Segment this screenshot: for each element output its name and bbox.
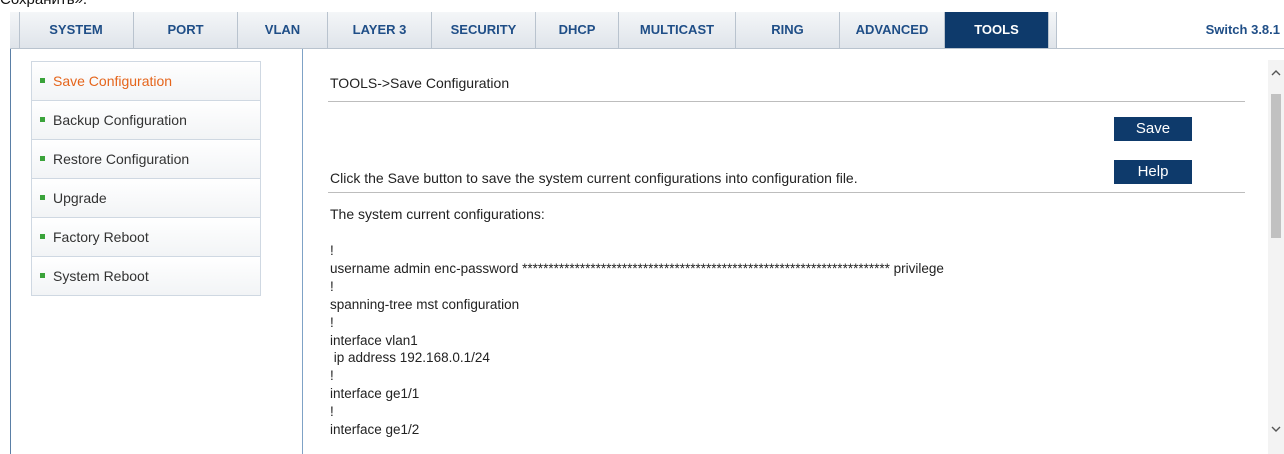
help-button[interactable]: Help: [1114, 160, 1192, 184]
menu-item-label: Save Configuration: [53, 73, 173, 89]
firmware-version-label: Switch 3.8.1: [1056, 12, 1284, 48]
menu-item-label: Backup Configuration: [53, 112, 187, 128]
top-navigation-bar: SYSTEM PORT VLAN LAYER 3 SECURITY DHCP M…: [10, 12, 1284, 49]
menu-item-backup-configuration[interactable]: Backup Configuration: [31, 101, 261, 140]
tab-ring[interactable]: RING: [736, 12, 840, 48]
config-line: !: [330, 314, 334, 330]
menu-item-factory-reboot[interactable]: Factory Reboot: [31, 218, 261, 257]
tab-system[interactable]: SYSTEM: [19, 12, 134, 48]
menu-item-upgrade[interactable]: Upgrade: [31, 179, 261, 218]
menu-item-label: System Reboot: [53, 268, 149, 284]
menu-item-system-reboot[interactable]: System Reboot: [31, 257, 261, 296]
vertical-scrollbar[interactable]: [1268, 60, 1284, 454]
config-line: username admin enc-password ************…: [330, 260, 944, 276]
main-content: TOOLS->Save Configuration Save Click the…: [304, 49, 1268, 454]
divider: [328, 101, 1245, 102]
divider: [328, 192, 1245, 193]
truncated-caption-text: Сохранить».: [0, 0, 87, 8]
tab-dhcp[interactable]: DHCP: [536, 12, 619, 48]
config-line: ip address 192.168.0.1/24: [330, 350, 490, 366]
tab-security[interactable]: SECURITY: [432, 12, 536, 48]
config-line: !: [330, 404, 334, 420]
bullet-icon: [40, 155, 45, 161]
breadcrumb: TOOLS->Save Configuration: [330, 75, 510, 91]
bullet-icon: [40, 77, 45, 83]
scrollbar-thumb[interactable]: [1271, 94, 1281, 238]
config-line: !: [330, 368, 334, 384]
tools-menu: Save Configuration Backup Configuration …: [31, 61, 261, 296]
menu-item-restore-configuration[interactable]: Restore Configuration: [31, 140, 261, 179]
menu-item-label: Restore Configuration: [53, 151, 190, 167]
tab-advanced[interactable]: ADVANCED: [840, 12, 945, 48]
config-text: ! username admin enc-password ***********…: [330, 242, 944, 439]
bullet-icon: [40, 194, 45, 200]
tab-port[interactable]: PORT: [134, 12, 238, 48]
tab-vlan[interactable]: VLAN: [238, 12, 328, 48]
bullet-icon: [40, 116, 45, 122]
save-description: Click the Save button to save the system…: [330, 170, 858, 186]
scroll-up-icon[interactable]: [1271, 68, 1281, 78]
tab-layer3[interactable]: LAYER 3: [328, 12, 432, 48]
left-menu-frame: Save Configuration Backup Configuration …: [10, 49, 303, 454]
menu-item-save-configuration[interactable]: Save Configuration: [31, 61, 261, 101]
bullet-icon: [40, 272, 45, 278]
config-line: interface ge1/1: [330, 386, 420, 402]
config-line: spanning-tree mst configuration: [330, 296, 520, 312]
config-line: interface vlan1: [330, 332, 418, 348]
bullet-icon: [40, 233, 45, 239]
config-line: !: [330, 243, 334, 258]
menu-item-label: Factory Reboot: [53, 229, 149, 245]
tab-tools[interactable]: TOOLS: [945, 12, 1049, 48]
config-title: The system current configurations:: [330, 206, 545, 222]
menu-item-label: Upgrade: [53, 190, 107, 206]
scroll-down-icon[interactable]: [1271, 424, 1281, 434]
save-button[interactable]: Save: [1114, 117, 1192, 141]
tab-multicast[interactable]: MULTICAST: [619, 12, 736, 48]
config-line: interface ge1/2: [330, 422, 420, 438]
config-line: !: [330, 278, 334, 294]
